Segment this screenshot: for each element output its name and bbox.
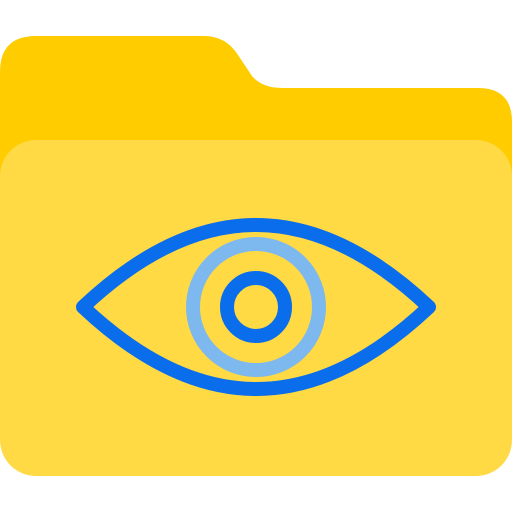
folder-eye-svg (0, 36, 512, 476)
folder-eye-icon (0, 0, 512, 512)
